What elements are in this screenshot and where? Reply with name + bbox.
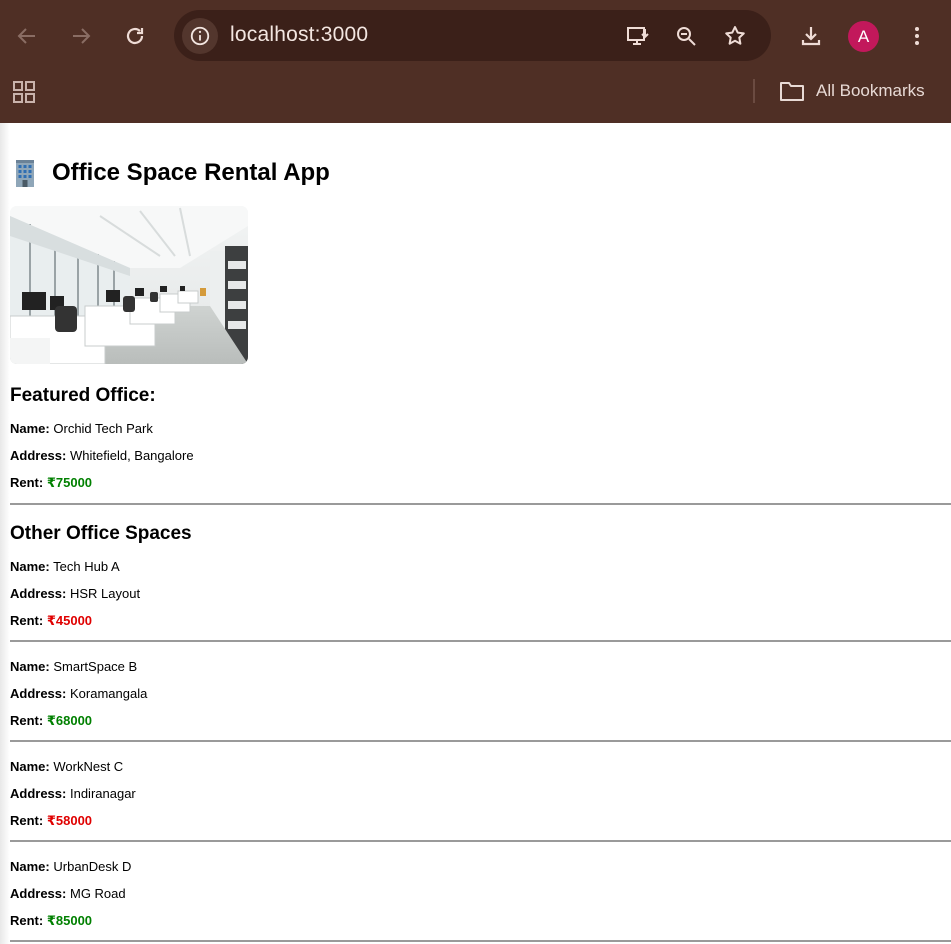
back-button[interactable] [11,20,43,52]
field-label: Name: [10,859,50,874]
divider [10,940,951,942]
office-name: Name: UrbanDesk D [10,859,131,874]
field-label: Rent: [10,613,44,628]
office-rent-value: ₹58000 [46,813,93,828]
office-address-value: Indiranagar [69,786,136,801]
office-building-icon [16,160,34,187]
all-bookmarks-label: All Bookmarks [816,81,925,100]
field-label: Address: [10,786,67,801]
featured-heading: Featured Office: [10,385,156,406]
office-name-value: SmartSpace B [53,659,138,674]
office-name-value: WorkNest C [53,759,124,774]
featured-rent: Rent: ₹75000 [10,475,92,491]
office-address-value: HSR Layout [69,586,141,601]
back-icon [17,28,35,44]
reload-icon [126,27,144,45]
download-icon [801,27,821,46]
bookmark-star-button[interactable] [721,22,749,50]
field-label: Address: [10,686,67,701]
office-rent: Rent: ₹68000 [10,713,92,729]
field-label: Name: [10,421,50,436]
office-name: Name: SmartSpace B [10,659,137,674]
office-rent: Rent: ₹45000 [10,613,92,629]
zoom-button[interactable] [672,22,700,50]
downloads-button[interactable] [795,20,827,52]
site-info-icon [190,26,210,46]
office-rent: Rent: ₹58000 [10,813,92,829]
office-address: Address: Koramangala [10,686,147,701]
office-name-value: Tech Hub A [53,559,120,574]
divider [10,503,951,505]
field-label: Name: [10,559,50,574]
address-bar[interactable]: localhost:3000 [174,10,771,61]
install-app-button[interactable] [624,22,652,50]
bookmarks-bar: All Bookmarks [0,72,951,123]
office-photo [10,206,248,364]
browser-menu-button[interactable] [901,20,933,52]
featured-rent-value: ₹75000 [46,475,93,490]
office-name: Name: Tech Hub A [10,559,120,574]
app-title-text: Office Space Rental App [52,159,330,186]
office-rent: Rent: ₹85000 [10,913,92,929]
office-address: Address: Indiranagar [10,786,136,801]
field-label: Address: [10,448,67,463]
field-label: Name: [10,759,50,774]
divider [10,740,951,742]
forward-button[interactable] [65,20,97,52]
divider [10,840,951,842]
page-title: Office Space Rental App [10,158,330,188]
featured-name: Name: Orchid Tech Park [10,421,153,436]
featured-address: Address: Whitefield, Bangalore [10,448,194,463]
install-app-icon [627,27,649,45]
page-content: Office Space Rental App Featured Office:… [0,123,951,944]
field-label: Rent: [10,913,44,928]
field-label: Rent: [10,813,44,828]
field-label: Address: [10,586,67,601]
office-name: Name: WorkNest C [10,759,123,774]
office-name-value: UrbanDesk D [53,859,132,874]
featured-name-value: Orchid Tech Park [53,421,153,436]
office-address: Address: MG Road [10,886,126,901]
office-address-value: Koramangala [69,686,148,701]
field-label: Name: [10,659,50,674]
profile-avatar[interactable]: A [848,21,879,52]
forward-icon [73,28,91,44]
divider [10,640,951,642]
office-address: Address: HSR Layout [10,586,140,601]
folder-icon [780,82,804,101]
office-rent-value: ₹68000 [46,713,93,728]
star-icon [725,26,745,45]
all-bookmarks-button[interactable]: All Bookmarks [779,78,925,104]
office-rent-value: ₹45000 [46,613,93,628]
site-info-button[interactable] [182,18,218,54]
apps-icon[interactable] [12,80,36,104]
field-label: Address: [10,886,67,901]
left-edge-shadow [0,123,10,944]
menu-icon [915,27,919,45]
field-label: Rent: [10,713,44,728]
other-offices-heading: Other Office Spaces [10,523,192,544]
browser-chrome: localhost:3000 A All Bookmarks [0,0,951,123]
office-rent-value: ₹85000 [46,913,93,928]
office-address-value: MG Road [69,886,126,901]
browser-toolbar: localhost:3000 A [0,0,951,72]
reload-button[interactable] [119,20,151,52]
url-text[interactable]: localhost:3000 [230,23,368,47]
featured-address-value: Whitefield, Bangalore [69,448,194,463]
bookmarks-divider [753,79,755,103]
zoom-icon [677,27,696,46]
field-label: Rent: [10,475,44,490]
